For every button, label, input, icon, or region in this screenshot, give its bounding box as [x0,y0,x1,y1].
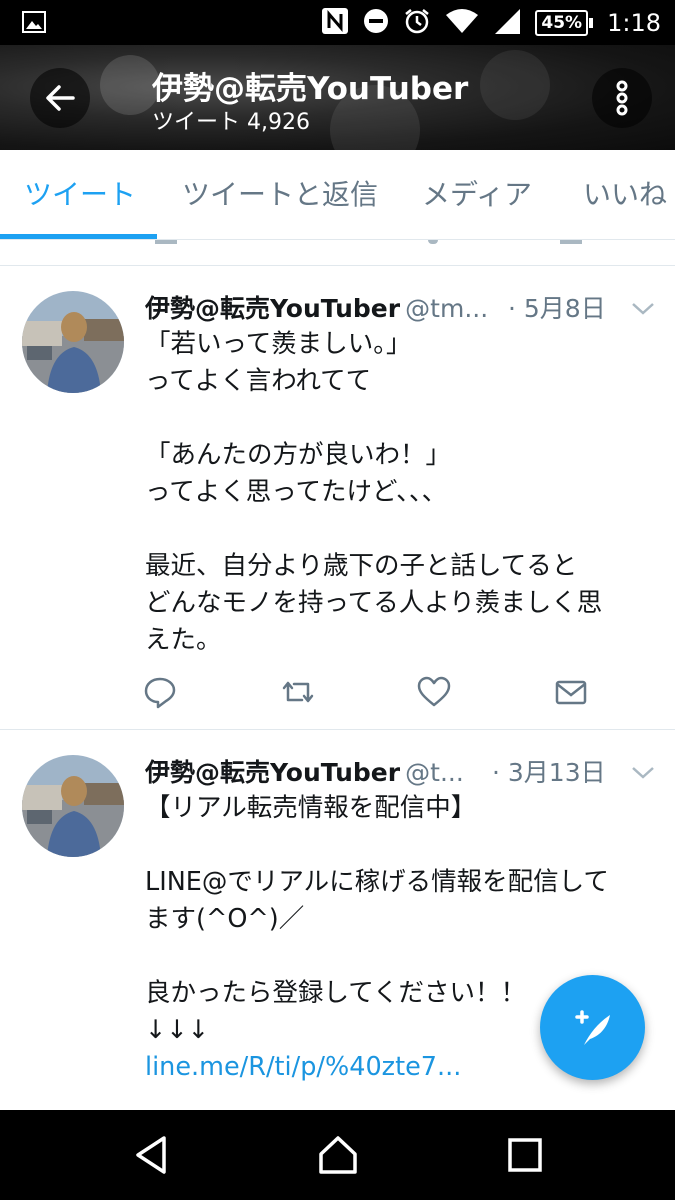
tab-tweets[interactable]: ツイート [24,150,136,240]
retweet-icon[interactable] [280,674,316,710]
battery-level: 45% [535,9,589,36]
tweet-date[interactable]: · 5月8日 [508,289,606,325]
more-options-button[interactable] [592,68,652,128]
back-button[interactable] [30,68,90,128]
avatar[interactable] [22,755,124,857]
tweet-author-handle[interactable]: @tm... [405,294,488,323]
tweet-text: 「若いって羨ましい。」 ってよく言われてて 「あんたの方が良いわ！」 ってよく思… [145,329,603,655]
battery-icon: 45% [535,9,594,36]
compose-feather-icon [574,1009,610,1045]
tab-media[interactable]: メディア [422,150,532,240]
tweet-item[interactable]: 伊勢@転売YouTuber @tm... · 5月8日 「若いって羨ましい。」 … [0,267,675,730]
chevron-down-icon[interactable] [629,763,657,783]
direct-message-icon[interactable] [553,674,589,710]
avatar[interactable] [22,291,124,393]
back-arrow-icon [46,85,75,111]
do-not-disturb-icon [363,8,389,38]
chevron-down-icon[interactable] [629,299,657,319]
tab-likes[interactable]: いいね [583,150,667,240]
nfc-icon [321,7,349,39]
previous-tweet-remnant [0,240,675,266]
tab-tweets-and-replies[interactable]: ツイートと返信 [182,150,378,240]
active-tab-indicator [0,234,157,239]
reply-icon[interactable] [142,674,178,710]
like-heart-icon[interactable] [416,674,452,710]
more-vertical-icon [616,80,628,116]
tweet-actions [0,674,675,724]
nav-back-icon[interactable] [130,1132,176,1178]
tweet-count: ツイート 4,926 [152,110,310,135]
nav-home-icon[interactable] [315,1132,361,1178]
nav-recents-icon[interactable] [502,1132,548,1178]
tweet-author-handle[interactable]: @t... [405,758,464,787]
wifi-icon [445,8,479,38]
signal-icon [493,7,521,39]
profile-name: 伊勢@転売YouTuber [152,71,469,107]
image-icon [22,10,46,38]
system-nav-bar [0,1110,675,1200]
clock: 1:18 [607,8,661,37]
tweet-author-name[interactable]: 伊勢@転売YouTuber [145,758,400,787]
status-bar: 45% 1:18 [0,0,675,45]
tweet-author-name[interactable]: 伊勢@転売YouTuber [145,294,400,323]
compose-tweet-button[interactable] [540,975,645,1080]
profile-header: 伊勢@転売YouTuber ツイート 4,926 [0,45,675,150]
alarm-icon [403,7,431,39]
tweet-date[interactable]: · 3月13日 [492,753,606,789]
profile-tabs: ツイート ツイートと返信 メディア いいね [0,150,675,240]
